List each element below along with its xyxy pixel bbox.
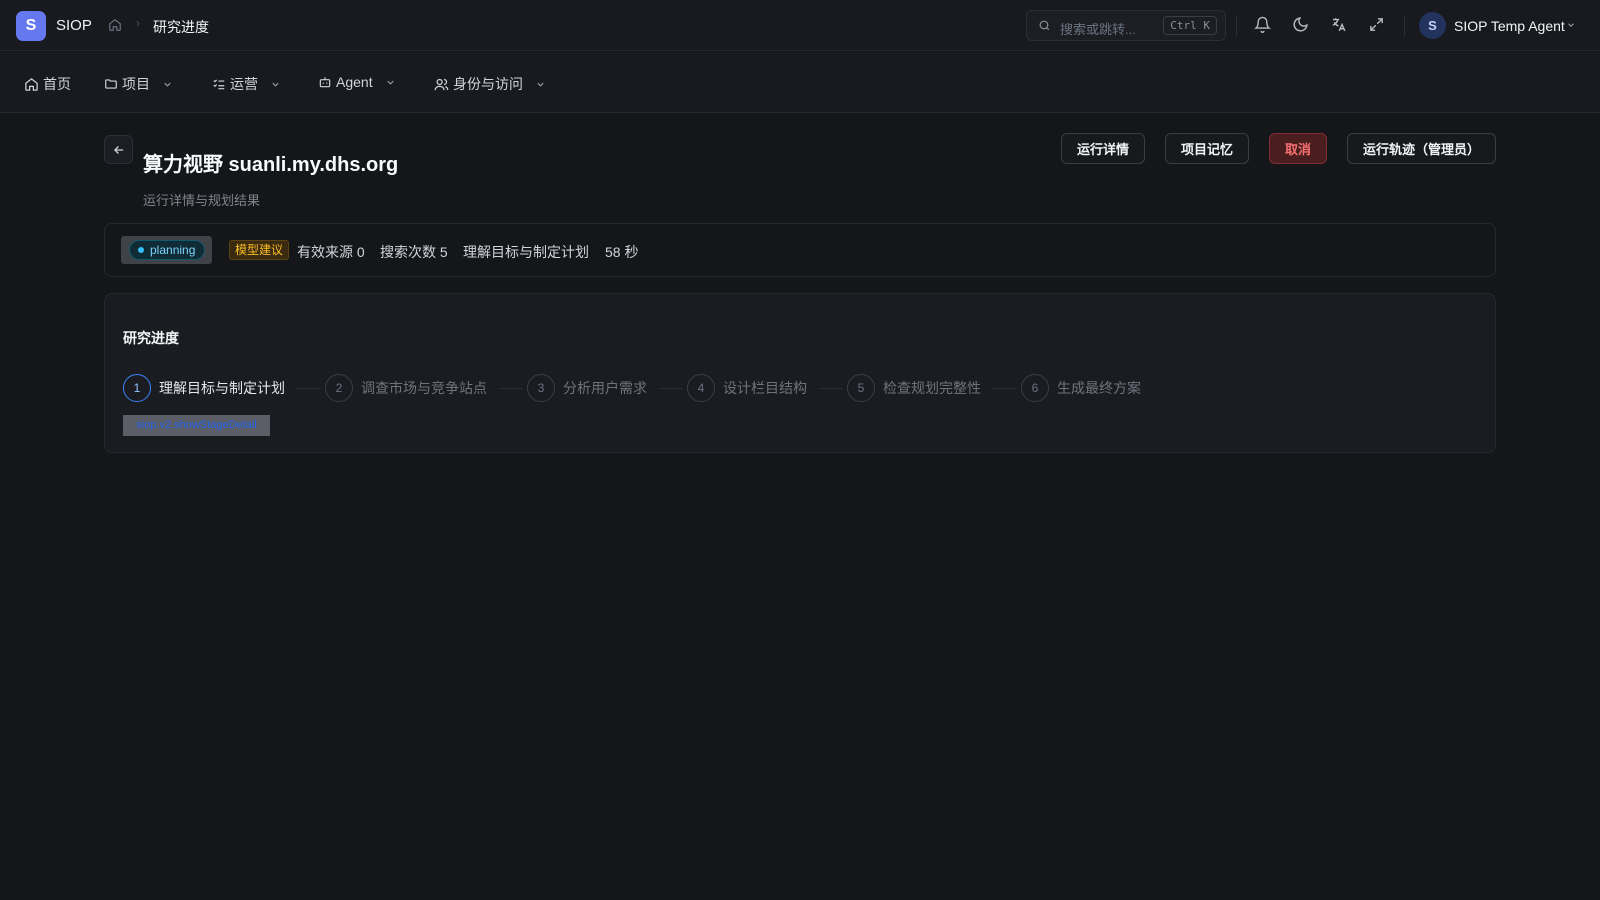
avatar[interactable]: S bbox=[1419, 12, 1446, 39]
step-connector bbox=[993, 388, 1017, 389]
nav-item-agent[interactable]: Agent bbox=[318, 74, 396, 90]
step-label: 分析用户需求 bbox=[563, 380, 647, 396]
moon-icon[interactable] bbox=[1292, 16, 1309, 33]
app-name[interactable]: SIOP bbox=[56, 17, 92, 34]
step-5[interactable]: 5 检查规划完整性 bbox=[847, 374, 981, 402]
breadcrumb-separator-icon: › bbox=[136, 16, 140, 30]
main-nav: 首页 项目 运营 Agent 身份与访问 bbox=[0, 52, 1600, 113]
divider bbox=[1236, 15, 1237, 36]
nav-item-label: 身份与访问 bbox=[453, 76, 523, 92]
home-icon bbox=[24, 77, 39, 92]
cancel-button[interactable]: 取消 bbox=[1269, 133, 1327, 164]
search-icon bbox=[1038, 19, 1051, 32]
nav-item-home[interactable]: 首页 bbox=[24, 74, 71, 94]
chevron-down-icon bbox=[162, 79, 173, 90]
current-stage: 理解目标与制定计划 bbox=[463, 244, 589, 260]
elapsed-time: 58 秒 bbox=[605, 244, 639, 260]
nav-item-label: 项目 bbox=[122, 76, 150, 92]
chevron-down-icon bbox=[535, 79, 546, 90]
search-count: 搜索次数 5 bbox=[380, 244, 448, 260]
step-number: 5 bbox=[847, 374, 875, 402]
step-3[interactable]: 3 分析用户需求 bbox=[527, 374, 647, 402]
app-logo[interactable]: S bbox=[16, 11, 46, 41]
page-title: 算力视野 suanli.my.dhs.org bbox=[143, 154, 399, 176]
page-subtitle: 运行详情与规划结果 bbox=[143, 193, 261, 208]
run-details-button[interactable]: 运行详情 bbox=[1061, 133, 1145, 164]
bot-icon bbox=[318, 75, 332, 89]
translate-icon[interactable] bbox=[1330, 16, 1347, 33]
progress-card: 研究进度 1 理解目标与制定计划 2 调查市场与竞争站点 3 分析用户需求 4 … bbox=[104, 293, 1496, 453]
stage-detail-tag[interactable]: siop.v2.showStageDetail bbox=[123, 415, 270, 436]
search-placeholder: 搜索或跳转... bbox=[1060, 22, 1136, 37]
nav-item-label: Agent bbox=[336, 74, 373, 90]
step-number: 4 bbox=[687, 374, 715, 402]
breadcrumb-home-icon[interactable] bbox=[108, 18, 122, 32]
step-6[interactable]: 6 生成最终方案 bbox=[1021, 374, 1141, 402]
folder-icon bbox=[104, 77, 118, 91]
step-number: 1 bbox=[123, 374, 151, 402]
step-label: 调查市场与竞争站点 bbox=[361, 380, 487, 396]
nav-item-label: 运营 bbox=[230, 76, 258, 92]
run-trace-button[interactable]: 运行轨迹（管理员） bbox=[1347, 133, 1496, 164]
bell-icon[interactable] bbox=[1254, 16, 1271, 33]
status-label: planning bbox=[150, 243, 196, 257]
chevron-down-icon[interactable] bbox=[1566, 20, 1576, 30]
step-number: 6 bbox=[1021, 374, 1049, 402]
step-label: 检查规划完整性 bbox=[883, 380, 981, 396]
nav-item-identity-access[interactable]: 身份与访问 bbox=[434, 74, 546, 94]
step-label: 设计栏目结构 bbox=[723, 380, 807, 396]
nav-item-label: 首页 bbox=[43, 76, 71, 92]
status-card: planning 模型建议 有效来源 0 搜索次数 5 理解目标与制定计划 58… bbox=[104, 223, 1496, 277]
search-shortcut: Ctrl K bbox=[1163, 16, 1217, 35]
chevron-down-icon bbox=[270, 79, 281, 90]
search-input[interactable]: 搜索或跳转... Ctrl K bbox=[1026, 10, 1226, 41]
divider bbox=[1404, 15, 1405, 36]
step-connector bbox=[297, 388, 321, 389]
fullscreen-icon[interactable] bbox=[1368, 16, 1385, 33]
status-badge: planning bbox=[129, 240, 206, 260]
chevron-down-icon bbox=[385, 77, 396, 88]
valid-sources: 有效来源 0 bbox=[297, 244, 365, 260]
step-connector bbox=[659, 388, 683, 389]
model-suggestion-badge: 模型建议 bbox=[229, 240, 290, 260]
step-2[interactable]: 2 调查市场与竞争站点 bbox=[325, 374, 487, 402]
nav-item-projects[interactable]: 项目 bbox=[104, 74, 173, 94]
list-icon bbox=[212, 77, 226, 91]
user-name[interactable]: SIOP Temp Agent bbox=[1454, 18, 1565, 34]
step-connector bbox=[499, 388, 523, 389]
step-connector bbox=[819, 388, 843, 389]
step-1[interactable]: 1 理解目标与制定计划 bbox=[123, 374, 285, 402]
project-memory-button[interactable]: 项目记忆 bbox=[1165, 133, 1249, 164]
users-icon bbox=[434, 77, 449, 92]
back-button[interactable] bbox=[104, 135, 133, 164]
breadcrumb-current: 研究进度 bbox=[153, 19, 209, 35]
step-label: 理解目标与制定计划 bbox=[159, 380, 285, 396]
status-dot-icon bbox=[138, 247, 144, 253]
step-number: 2 bbox=[325, 374, 353, 402]
step-number: 3 bbox=[527, 374, 555, 402]
step-4[interactable]: 4 设计栏目结构 bbox=[687, 374, 807, 402]
progress-title: 研究进度 bbox=[123, 330, 179, 346]
step-label: 生成最终方案 bbox=[1057, 380, 1141, 396]
arrow-left-icon bbox=[112, 143, 126, 157]
status-pill-container: planning bbox=[121, 236, 212, 264]
nav-item-operations[interactable]: 运营 bbox=[212, 74, 281, 94]
top-bar: S SIOP › 研究进度 搜索或跳转... Ctrl K S SIOP Tem… bbox=[0, 0, 1600, 51]
